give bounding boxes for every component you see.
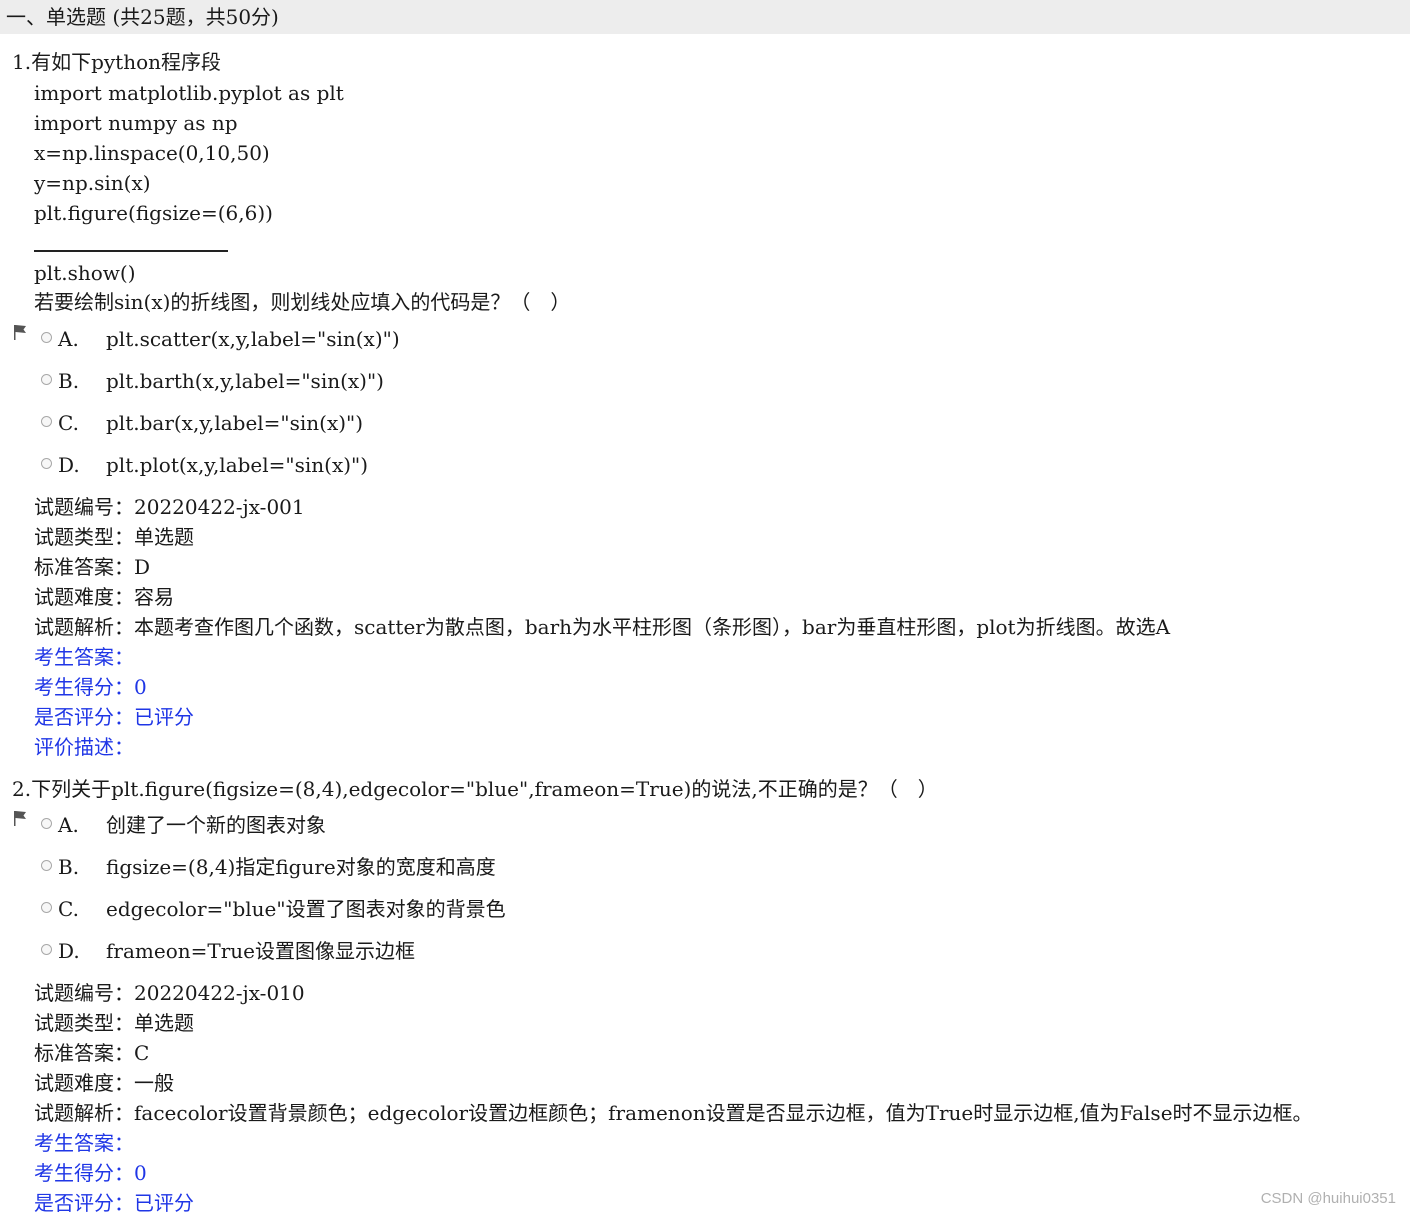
watermark: CSDN @huihui0351 xyxy=(1260,1190,1396,1207)
flag-icon[interactable] xyxy=(11,809,29,827)
radio-button[interactable] xyxy=(41,944,52,955)
option-text: 创建了一个新的图表对象 xyxy=(106,813,326,837)
analysis: 试题解析：facecolor设置背景颜色；edgecolor设置边框颜色；fra… xyxy=(34,1101,1313,1125)
radio-button[interactable] xyxy=(41,416,52,427)
question-type: 试题类型：单选题 xyxy=(34,525,194,549)
option-letter: D. xyxy=(58,939,80,963)
standard-answer: 标准答案：C xyxy=(34,1041,150,1065)
code-line: import matplotlib.pyplot as plt xyxy=(34,81,344,105)
option-text: edgecolor="blue"设置了图表对象的背景色 xyxy=(106,897,506,921)
student-score: 考生得分：0 xyxy=(34,1161,147,1185)
radio-button[interactable] xyxy=(41,374,52,385)
option-letter: C. xyxy=(58,411,79,435)
question-id: 试题编号：20220422-jx-010 xyxy=(34,981,305,1005)
question-id: 试题编号：20220422-jx-001 xyxy=(34,495,305,519)
code-line: y=np.sin(x) xyxy=(34,171,151,195)
student-score: 考生得分：0 xyxy=(34,675,147,699)
analysis: 试题解析：本题考查作图几个函数，scatter为散点图，barh为水平柱形图（条… xyxy=(34,615,1171,639)
radio-button[interactable] xyxy=(41,458,52,469)
question-type: 试题类型：单选题 xyxy=(34,1011,194,1035)
option-text: plt.plot(x,y,label="sin(x)") xyxy=(106,453,369,477)
option-letter: A. xyxy=(58,327,79,351)
student-answer: 考生答案： xyxy=(34,1131,134,1155)
code-line: x=np.linspace(0,10,50) xyxy=(34,141,270,165)
option-letter: B. xyxy=(58,369,80,393)
option-letter: A. xyxy=(58,813,79,837)
radio-button[interactable] xyxy=(41,860,52,871)
section-title: 一、单选题 (共25题，共50分) xyxy=(0,0,1410,34)
difficulty: 试题难度：容易 xyxy=(34,585,174,609)
flag-icon[interactable] xyxy=(11,323,29,341)
option-letter: C. xyxy=(58,897,79,921)
option-text: frameon=True设置图像显示边框 xyxy=(106,939,415,963)
graded-status: 是否评分：已评分 xyxy=(34,1191,194,1215)
graded-status: 是否评分：已评分 xyxy=(34,705,194,729)
option-text: plt.bar(x,y,label="sin(x)") xyxy=(106,411,364,435)
question-1-stem: 1.有如下python程序段 xyxy=(12,50,222,74)
evaluation-comment: 评价描述： xyxy=(34,735,134,759)
difficulty: 试题难度：一般 xyxy=(34,1071,174,1095)
question-1-prompt: 若要绘制sin(x)的折线图，则划线处应填入的代码是？（ ） xyxy=(34,290,571,314)
option-text: plt.scatter(x,y,label="sin(x)") xyxy=(106,327,400,351)
option-text: plt.barth(x,y,label="sin(x)") xyxy=(106,369,384,393)
radio-button[interactable] xyxy=(41,332,52,343)
code-line: plt.figure(figsize=(6,6)) xyxy=(34,201,273,225)
code-line: plt.show() xyxy=(34,261,136,285)
fill-in-blank-line xyxy=(34,250,228,252)
radio-button[interactable] xyxy=(41,818,52,829)
code-line: import numpy as np xyxy=(34,111,238,135)
option-text: figsize=(8,4)指定figure对象的宽度和高度 xyxy=(106,855,496,879)
option-letter: D. xyxy=(58,453,80,477)
option-letter: B. xyxy=(58,855,80,879)
radio-button[interactable] xyxy=(41,902,52,913)
standard-answer: 标准答案：D xyxy=(34,555,151,579)
student-answer: 考生答案： xyxy=(34,645,134,669)
question-2-stem: 2.下列关于plt.figure(figsize=(8,4),edgecolor… xyxy=(12,777,938,801)
